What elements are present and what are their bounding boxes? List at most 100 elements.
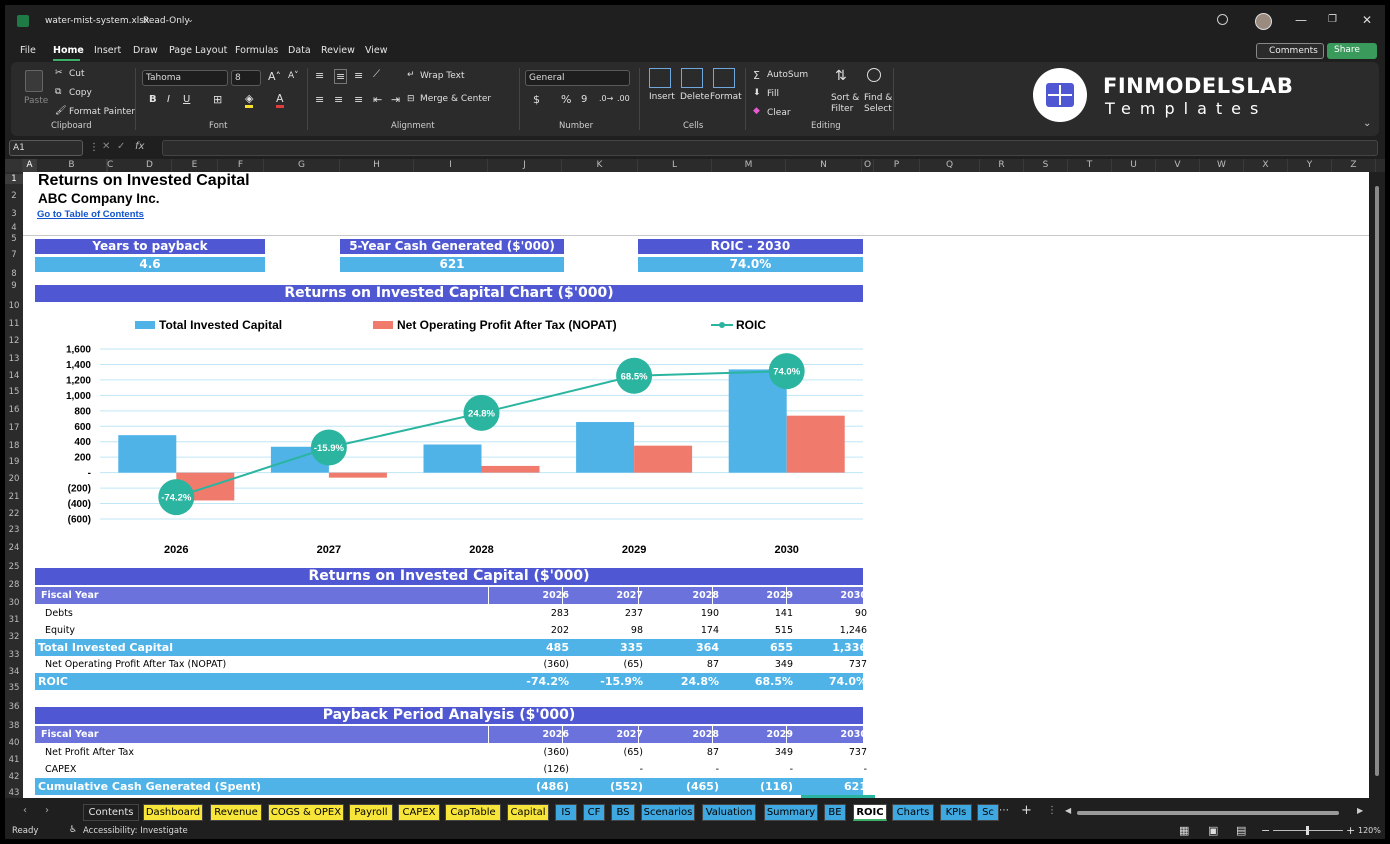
font-color-icon[interactable]: A xyxy=(276,92,284,108)
row-header[interactable]: 5 xyxy=(5,234,23,244)
row-header[interactable]: 13 xyxy=(5,354,23,364)
horizontal-scrollbar[interactable]: ◀ ▶ xyxy=(1065,806,1367,817)
enter-icon[interactable]: ✓ xyxy=(117,141,125,152)
row-header[interactable]: 22 xyxy=(5,509,23,519)
increase-decimal-icon[interactable]: .0→ xyxy=(599,94,613,103)
row-header[interactable]: 41 xyxy=(5,755,23,765)
delete-cells-icon[interactable] xyxy=(681,68,703,88)
menu-data[interactable]: Data xyxy=(288,45,311,56)
sheet-tab-revenue[interactable]: Revenue xyxy=(210,804,262,821)
sheet-tab-capex[interactable]: CAPEX xyxy=(398,804,440,821)
find-button[interactable]: Find & xyxy=(864,93,892,103)
restore-icon[interactable]: ❐ xyxy=(1328,14,1337,25)
align-middle-icon[interactable]: ≡ xyxy=(334,69,348,84)
fill-color-icon[interactable]: ◈ xyxy=(245,92,254,108)
zoom-slider[interactable] xyxy=(1273,826,1343,835)
zoom-level[interactable]: 120% xyxy=(1358,826,1381,835)
row-header[interactable]: 19 xyxy=(5,457,23,467)
zoom-slider-thumb[interactable] xyxy=(1306,826,1309,835)
more-tabs-icon[interactable]: ⋯ xyxy=(999,805,1009,816)
row-header[interactable]: 35 xyxy=(5,683,23,693)
row-header[interactable]: 15 xyxy=(5,387,23,397)
bold-icon[interactable]: B xyxy=(149,94,157,105)
underline-icon[interactable]: U xyxy=(183,94,190,105)
increase-indent-icon[interactable]: ⇥ xyxy=(391,93,400,106)
avatar[interactable] xyxy=(1255,13,1272,30)
column-header[interactable]: E xyxy=(172,159,218,172)
borders-icon[interactable]: ⊞ xyxy=(213,93,222,106)
orientation-icon[interactable]: ⟋ xyxy=(373,69,380,80)
comments-button[interactable]: Comments xyxy=(1256,43,1324,59)
row-header[interactable]: 8 xyxy=(5,269,23,279)
chevron-down-icon[interactable]: ⌄ xyxy=(187,15,194,24)
collapse-ribbon-icon[interactable]: ⌄ xyxy=(1363,118,1371,129)
formula-input[interactable] xyxy=(162,140,1378,156)
sheet-tab-captable[interactable]: CapTable xyxy=(445,804,501,821)
format-painter-button[interactable]: Format Painter xyxy=(69,107,135,117)
scroll-tabs-right-icon[interactable]: › xyxy=(45,805,49,816)
column-header[interactable]: Y xyxy=(1288,159,1332,172)
row-header[interactable]: 38 xyxy=(5,721,23,731)
align-top-icon[interactable]: ≡ xyxy=(315,69,324,82)
menu-review[interactable]: Review xyxy=(321,45,355,56)
column-header[interactable]: F xyxy=(218,159,264,172)
column-header[interactable]: D xyxy=(128,159,172,172)
vertical-scrollbar[interactable] xyxy=(1371,172,1383,798)
sheet-tab-scenarios[interactable]: Scenarios xyxy=(641,804,695,821)
column-header[interactable]: G xyxy=(264,159,340,172)
row-header[interactable]: 2 xyxy=(5,191,23,201)
align-bottom-icon[interactable]: ≡ xyxy=(354,69,363,82)
column-header[interactable]: M xyxy=(712,159,786,172)
sheet-tab-is[interactable]: IS xyxy=(555,804,577,821)
row-header[interactable]: 14 xyxy=(5,371,23,381)
row-header[interactable]: 18 xyxy=(5,441,23,451)
column-header[interactable]: O xyxy=(862,159,874,172)
column-header[interactable]: R xyxy=(980,159,1024,172)
scroll-right-icon[interactable]: ▶ xyxy=(1357,806,1363,815)
row-header[interactable]: 42 xyxy=(5,772,23,782)
minimize-icon[interactable]: — xyxy=(1295,13,1307,27)
column-header[interactable]: W xyxy=(1200,159,1244,172)
column-header[interactable]: C xyxy=(107,159,113,172)
italic-icon[interactable]: I xyxy=(167,94,170,105)
scroll-left-icon[interactable]: ◀ xyxy=(1065,806,1071,815)
row-header[interactable]: 20 xyxy=(5,474,23,484)
row-header[interactable]: 4 xyxy=(5,223,23,233)
wrap-text-button[interactable]: Wrap Text xyxy=(420,71,465,81)
merge-center-button[interactable]: Merge & Center xyxy=(420,94,491,104)
select-all-corner[interactable] xyxy=(5,159,23,172)
horizontal-scroll-thumb[interactable] xyxy=(1077,811,1339,815)
cut-button[interactable]: Cut xyxy=(69,69,85,79)
align-left-icon[interactable]: ≡ xyxy=(315,93,324,106)
add-sheet-icon[interactable]: + xyxy=(1021,803,1032,818)
worksheet[interactable]: Returns on Invested Capital ABC Company … xyxy=(23,172,1369,798)
sheet-tab-payroll[interactable]: Payroll xyxy=(349,804,393,821)
fill-button[interactable]: Fill xyxy=(767,89,779,99)
percent-icon[interactable]: % xyxy=(561,93,571,106)
name-box[interactable]: A1 xyxy=(9,140,83,156)
column-header[interactable]: L xyxy=(638,159,712,172)
column-header[interactable]: Q xyxy=(920,159,980,172)
column-header[interactable]: T xyxy=(1068,159,1112,172)
column-header[interactable]: K xyxy=(562,159,638,172)
sheet-tab-contents[interactable]: Contents xyxy=(83,804,139,821)
row-header[interactable]: 31 xyxy=(5,615,23,625)
align-center-icon[interactable]: ≡ xyxy=(334,93,343,106)
delete-button[interactable]: Delete xyxy=(680,92,710,102)
sheet-tab-capital[interactable]: Capital xyxy=(507,804,549,821)
comma-icon[interactable]: 9 xyxy=(581,94,587,105)
row-header[interactable]: 32 xyxy=(5,632,23,642)
roic-chart[interactable]: 1,600 1,400 1,200 1,000 800 600 400 200 - (200) (4… xyxy=(35,303,863,560)
align-right-icon[interactable]: ≡ xyxy=(354,93,363,106)
menu-file[interactable]: File xyxy=(20,45,36,56)
row-header[interactable]: 43 xyxy=(5,788,23,798)
sheet-tab-be[interactable]: BE xyxy=(824,804,846,821)
column-header[interactable]: J xyxy=(488,159,562,172)
close-icon[interactable]: ✕ xyxy=(1362,13,1372,27)
decrease-decimal-icon[interactable]: .00 xyxy=(617,94,630,103)
sheet-tab-cf[interactable]: CF xyxy=(583,804,605,821)
row-header[interactable]: 33 xyxy=(5,650,23,660)
toc-link[interactable]: Go to Table of Contents xyxy=(37,209,144,220)
column-header[interactable]: H xyxy=(340,159,414,172)
row-header[interactable]: 30 xyxy=(5,598,23,608)
